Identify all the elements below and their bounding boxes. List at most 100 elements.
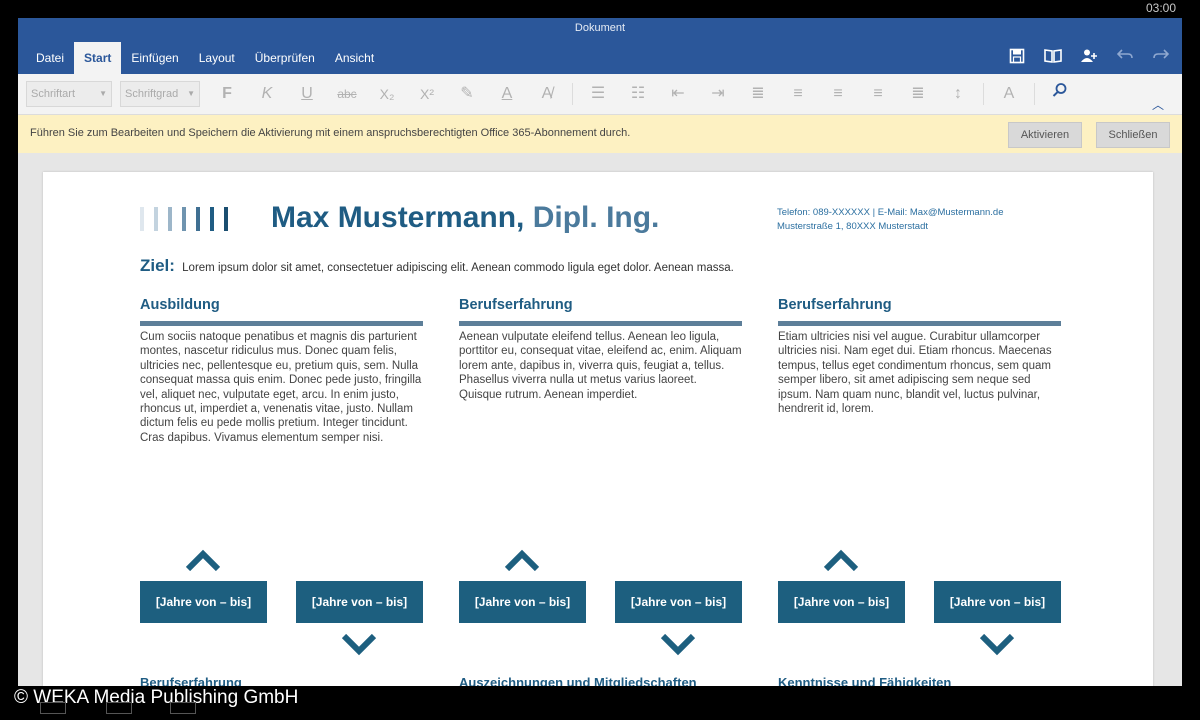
toolbar-divider xyxy=(1034,83,1035,105)
decor-bar xyxy=(210,207,214,231)
tab-einfuegen[interactable]: Einfügen xyxy=(121,42,188,74)
list-style-icon[interactable]: ≣ xyxy=(739,80,777,108)
year-range-box: [Jahre von – bis] xyxy=(459,581,586,623)
year-range-box: [Jahre von – bis] xyxy=(296,581,423,623)
read-mode-icon[interactable] xyxy=(1042,48,1064,68)
collapse-ribbon-icon[interactable]: ︿ xyxy=(1152,96,1164,113)
bullet-list-icon[interactable]: ☰ xyxy=(579,80,617,108)
underline-button[interactable]: U xyxy=(288,80,326,108)
close-notice-button[interactable]: Schließen xyxy=(1096,122,1170,148)
document-canvas[interactable]: Max Mustermann, Dipl. Ing. Telefon: 089-… xyxy=(18,153,1182,686)
contact-line: Telefon: 089-XXXXXX | E-Mail: Max@Muster… xyxy=(777,207,1004,218)
chevron-up-icon xyxy=(505,549,539,571)
heading-rule xyxy=(140,321,423,326)
tab-start[interactable]: Start xyxy=(74,42,122,74)
section-heading: Kenntnisse und Fähigkeiten xyxy=(778,675,952,686)
section-heading: Berufserfahrung xyxy=(140,675,242,686)
clear-format-icon[interactable]: A̸ xyxy=(528,80,566,108)
align-right-icon[interactable]: ≡ xyxy=(859,80,897,108)
tab-ueberpruefen[interactable]: Überprüfen xyxy=(245,42,325,74)
font-size-dropdown[interactable]: Schriftgrad ▼ xyxy=(120,81,200,107)
formatting-toolbar: Schriftart ▼ Schriftgrad ▼ F K U abc X₂ … xyxy=(18,74,1182,115)
chevron-down-icon xyxy=(661,634,695,656)
decor-bar xyxy=(196,207,200,231)
contact-info: Telefon: 089-XXXXXX | E-Mail: Max@Muster… xyxy=(777,206,1003,234)
resume-column: Ausbildung Cum sociis natoque penatibus … xyxy=(140,297,423,445)
resume-name: Max Mustermann, Dipl. Ing. xyxy=(271,201,659,235)
styles-icon[interactable]: A xyxy=(990,80,1028,108)
font-name-placeholder: Schriftart xyxy=(31,88,76,100)
resume-column: Berufserfahrung Aenean vulputate eleifen… xyxy=(459,297,742,402)
column-text: Etiam ultricies nisi vel augue. Curabitu… xyxy=(778,331,1052,416)
superscript-button[interactable]: X² xyxy=(408,80,446,108)
chevron-up-icon xyxy=(824,549,858,571)
tab-layout[interactable]: Layout xyxy=(189,42,245,74)
nav-home-icon[interactable] xyxy=(106,702,132,714)
undo-icon[interactable] xyxy=(1114,48,1136,68)
word-app-window: Dokument Datei Start Einfügen Layout Übe… xyxy=(18,18,1182,686)
nav-recent-icon[interactable] xyxy=(170,702,196,714)
italic-button[interactable]: K xyxy=(248,80,286,108)
year-range-box: [Jahre von – bis] xyxy=(778,581,905,623)
chevron-down-icon xyxy=(342,634,376,656)
notice-message: Führen Sie zum Bearbeiten und Speichern … xyxy=(30,127,631,139)
chevron-down-icon: ▼ xyxy=(99,89,107,98)
tab-ansicht[interactable]: Ansicht xyxy=(325,42,384,74)
goal-text: Lorem ipsum dolor sit amet, consectetuer… xyxy=(182,262,734,274)
activation-notice: Führen Sie zum Bearbeiten und Speichern … xyxy=(18,115,1182,154)
column-heading: Berufserfahrung xyxy=(778,297,892,313)
align-left-icon[interactable]: ≡ xyxy=(779,80,817,108)
status-time: 03:00 xyxy=(1145,1,1176,15)
ribbon-tabs: Datei Start Einfügen Layout Überprüfen A… xyxy=(26,42,384,74)
status-bar: 03:00 xyxy=(0,0,1200,18)
increase-indent-icon[interactable]: ⇥ xyxy=(699,80,737,108)
column-heading: Ausbildung xyxy=(140,297,220,313)
chevron-down-icon xyxy=(980,634,1014,656)
strikethrough-button[interactable]: abc xyxy=(328,80,366,108)
section-heading: Auszeichnungen und Mitgliedschaften xyxy=(459,675,697,686)
decor-bar xyxy=(154,207,158,231)
subscript-button[interactable]: X₂ xyxy=(368,80,406,108)
year-range-box: [Jahre von – bis] xyxy=(615,581,742,623)
save-icon[interactable] xyxy=(1006,48,1028,68)
redo-icon[interactable] xyxy=(1150,48,1172,68)
column-text: Aenean vulputate eleifend tellus. Aenean… xyxy=(459,331,742,401)
decor-bar xyxy=(168,207,172,231)
line-spacing-icon[interactable]: ↕ xyxy=(939,80,977,108)
heading-rule xyxy=(778,321,1061,326)
nav-back-icon[interactable] xyxy=(40,702,66,714)
name-degree: Dipl. Ing. xyxy=(532,201,660,234)
heading-rule xyxy=(459,321,742,326)
header-decoration xyxy=(140,207,228,231)
contact-line: Musterstraße 1, 80XXX Musterstadt xyxy=(777,221,929,232)
tab-datei[interactable]: Datei xyxy=(26,42,74,74)
chevron-up-icon xyxy=(186,549,220,571)
document-page[interactable]: Max Mustermann, Dipl. Ing. Telefon: 089-… xyxy=(43,172,1153,686)
toolbar-divider xyxy=(983,83,984,105)
column-text: Cum sociis natoque penatibus et magnis d… xyxy=(140,331,422,444)
font-color-icon[interactable]: A xyxy=(488,80,526,108)
goal-label: Ziel: xyxy=(140,256,175,275)
font-name-dropdown[interactable]: Schriftart ▼ xyxy=(26,81,112,107)
bold-button[interactable]: F xyxy=(208,80,246,108)
name-main: Max Mustermann, xyxy=(271,201,525,234)
goal-line: Ziel: Lorem ipsum dolor sit amet, consec… xyxy=(140,256,734,276)
year-range-box: [Jahre von – bis] xyxy=(140,581,267,623)
ribbon-titlebar: Dokument Datei Start Einfügen Layout Übe… xyxy=(18,18,1182,74)
align-center-icon[interactable]: ≡ xyxy=(819,80,857,108)
highlight-icon[interactable]: ✎ xyxy=(448,80,486,108)
chevron-down-icon: ▼ xyxy=(187,89,195,98)
font-size-placeholder: Schriftgrad xyxy=(125,88,179,100)
title-actions xyxy=(1006,48,1172,68)
decrease-indent-icon[interactable]: ⇤ xyxy=(659,80,697,108)
decor-bar xyxy=(140,207,144,231)
numbered-list-icon[interactable]: ☷ xyxy=(619,80,657,108)
share-icon[interactable] xyxy=(1078,48,1100,68)
decor-bar xyxy=(224,207,228,231)
search-icon[interactable] xyxy=(1041,80,1079,108)
year-range-box: [Jahre von – bis] xyxy=(934,581,1061,623)
justify-icon[interactable]: ≣ xyxy=(899,80,937,108)
document-title: Dokument xyxy=(574,22,626,34)
activate-button[interactable]: Aktivieren xyxy=(1008,122,1082,148)
decor-bar xyxy=(182,207,186,231)
